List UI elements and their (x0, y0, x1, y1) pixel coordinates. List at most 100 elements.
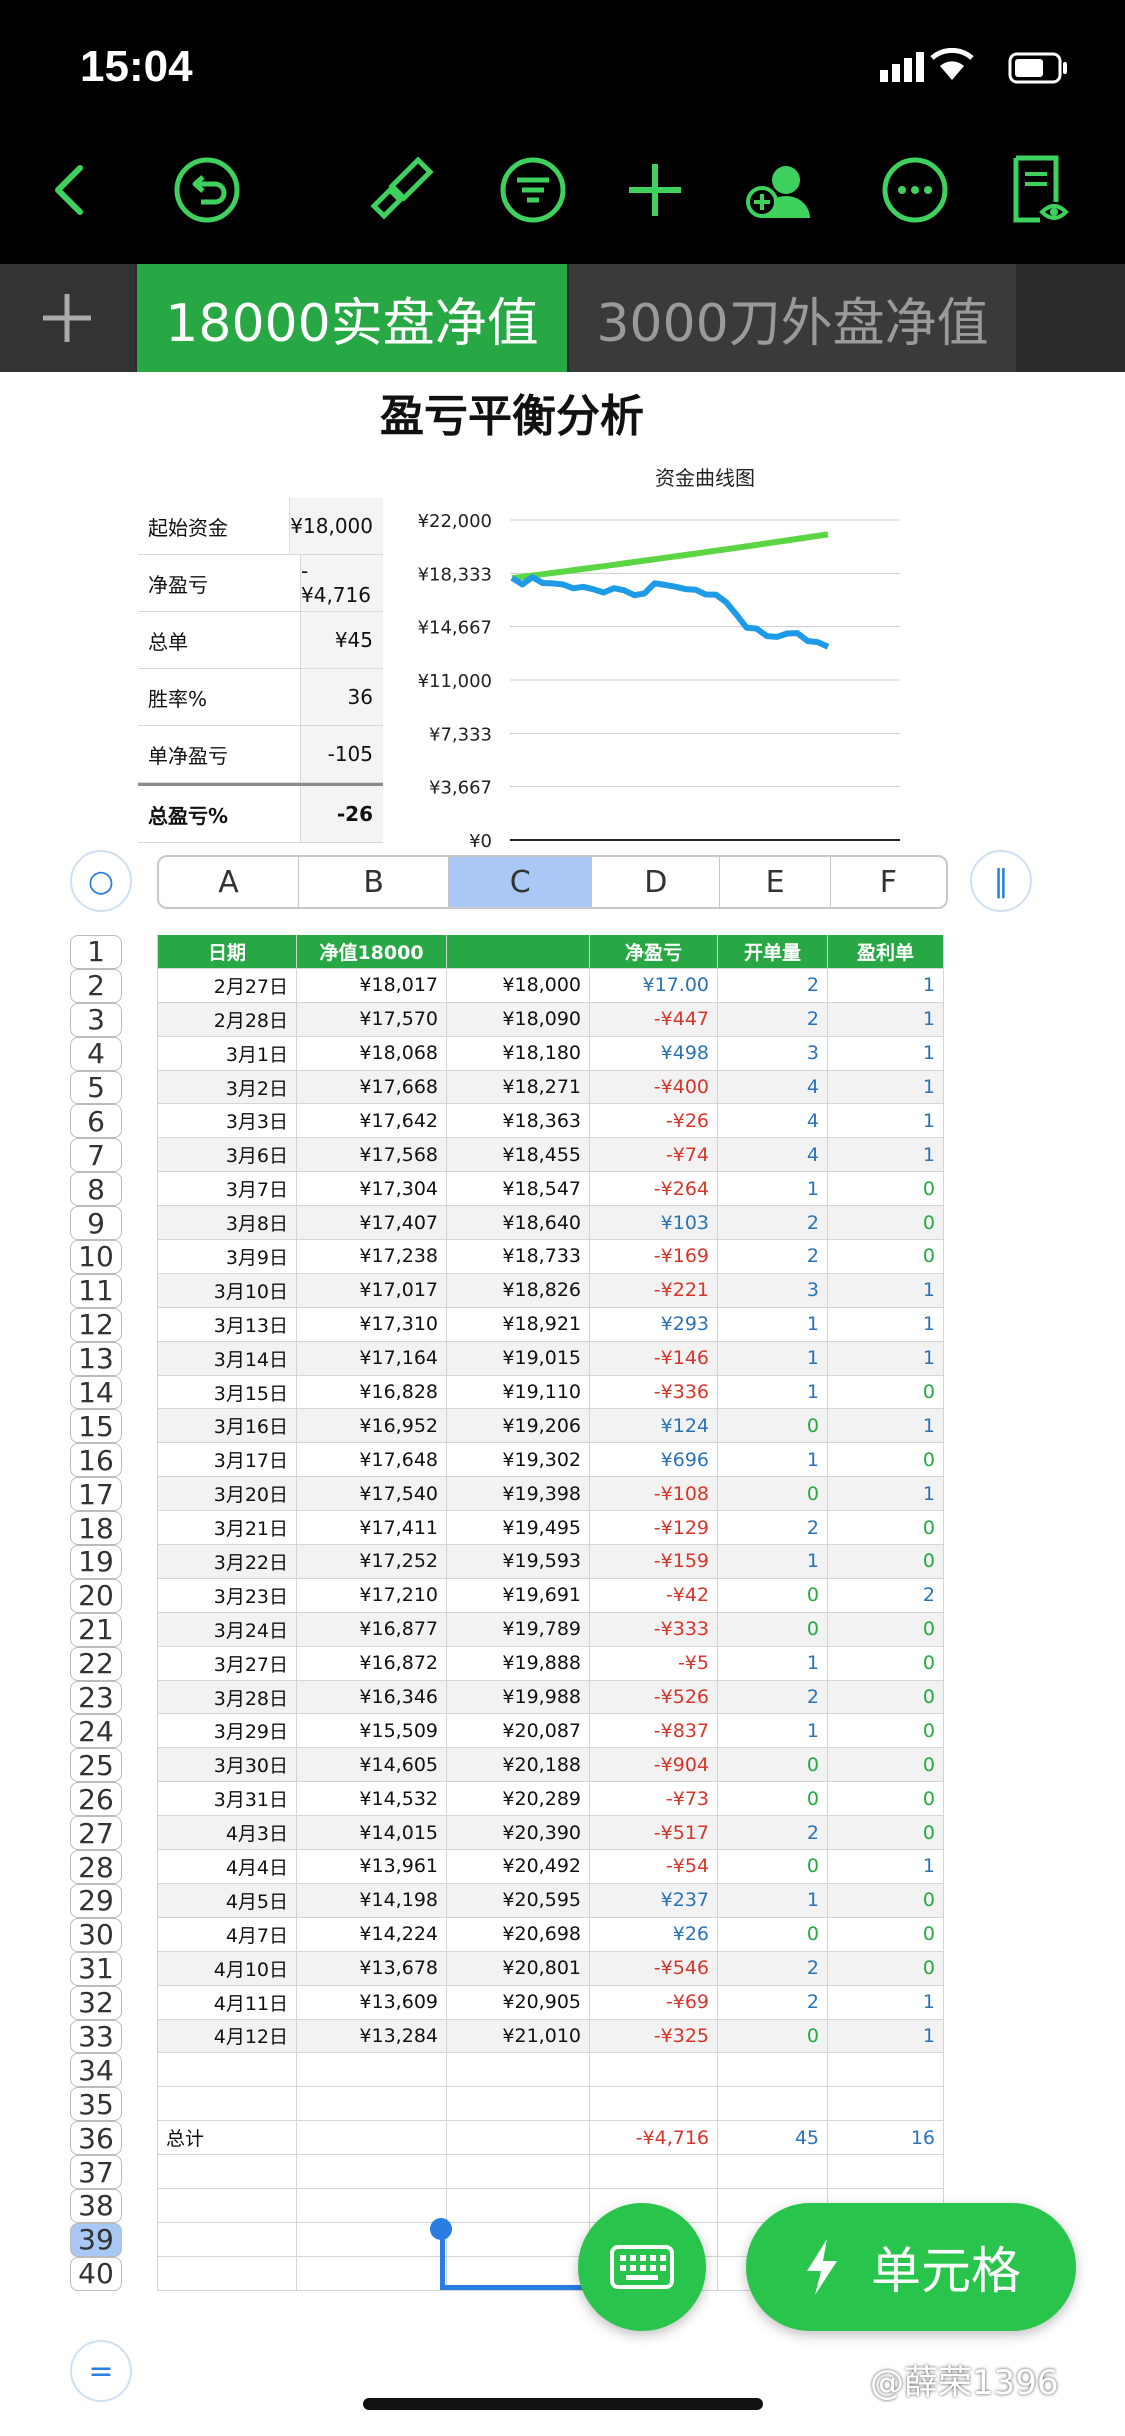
row-number[interactable]: 15 (70, 1409, 122, 1444)
cell[interactable] (828, 2087, 944, 2121)
cell[interactable]: 3月6日 (157, 1138, 297, 1172)
row-number[interactable]: 2 (70, 968, 122, 1003)
row-number[interactable]: 26 (70, 1782, 122, 1817)
cell[interactable]: ¥20,188 (447, 1748, 590, 1782)
cell[interactable]: 2 (718, 1206, 828, 1240)
cell[interactable]: 4月3日 (157, 1816, 297, 1850)
cell[interactable]: 3 (718, 1273, 828, 1307)
cell[interactable]: 3月17日 (157, 1443, 297, 1477)
column-header-b[interactable]: B (299, 857, 450, 907)
cell[interactable] (447, 2188, 590, 2222)
row-number[interactable]: 9 (70, 1206, 122, 1241)
cell[interactable] (297, 2087, 447, 2121)
row-number[interactable]: 8 (70, 1172, 122, 1207)
cell[interactable]: -¥69 (590, 1985, 718, 2019)
cell[interactable]: 0 (828, 1782, 944, 1816)
spreadsheet-grid[interactable]: 日期 净值18000 净盈亏 开单量 盈利单 2月27日 ¥18,017 ¥18,000 ¥17… (157, 935, 944, 2291)
column-header-e[interactable]: E (720, 857, 831, 907)
cell[interactable] (447, 2121, 590, 2155)
cell[interactable]: ¥17,411 (297, 1511, 447, 1545)
cell[interactable]: 0 (718, 1782, 828, 1816)
cell[interactable]: 1 (718, 1443, 828, 1477)
cell[interactable]: 0 (828, 1680, 944, 1714)
cell[interactable]: ¥21,010 (447, 2019, 590, 2053)
cell[interactable] (297, 2155, 447, 2188)
keyboard-button[interactable] (578, 2203, 706, 2331)
cell[interactable] (157, 2155, 297, 2188)
row-number[interactable]: 36 (70, 2121, 122, 2156)
cell[interactable]: 0 (828, 1443, 944, 1477)
cell[interactable]: ¥16,952 (297, 1409, 447, 1443)
cell[interactable]: 3月2日 (157, 1070, 297, 1104)
cell[interactable]: 2 (718, 968, 828, 1002)
cell[interactable] (297, 2121, 447, 2155)
row-number[interactable]: 5 (70, 1070, 122, 1105)
cell[interactable]: 0 (718, 2019, 828, 2053)
cell[interactable]: 0 (718, 1409, 828, 1443)
cell[interactable]: 3月29日 (157, 1714, 297, 1748)
row-number[interactable]: 27 (70, 1816, 122, 1851)
cell[interactable]: ¥17,017 (297, 1273, 447, 1307)
row-number[interactable]: 11 (70, 1273, 122, 1308)
cell[interactable]: ¥19,593 (447, 1545, 590, 1578)
cell[interactable]: 日期 (157, 935, 297, 968)
cell[interactable]: 1 (828, 1104, 944, 1138)
cell[interactable]: 0 (828, 1816, 944, 1850)
cell[interactable]: ¥16,828 (297, 1375, 447, 1409)
cell[interactable]: ¥20,595 (447, 1883, 590, 1917)
cell[interactable] (718, 2155, 828, 2188)
collaborate-icon[interactable] (740, 150, 820, 230)
cell[interactable]: 0 (828, 1240, 944, 1273)
cell[interactable]: 3月7日 (157, 1172, 297, 1206)
cell[interactable]: ¥18,733 (447, 1240, 590, 1273)
cell[interactable]: 0 (828, 1883, 944, 1917)
cell[interactable]: 0 (828, 1646, 944, 1680)
cell[interactable]: 3月15日 (157, 1375, 297, 1409)
cell[interactable]: 2月28日 (157, 1002, 297, 1036)
cell[interactable]: 1 (828, 1273, 944, 1307)
add-sheet-button[interactable] (0, 264, 135, 372)
cell[interactable]: -¥73 (590, 1782, 718, 1816)
cell[interactable]: ¥13,284 (297, 2019, 447, 2053)
cell[interactable]: -¥26 (590, 1104, 718, 1138)
cell[interactable]: 2月27日 (157, 968, 297, 1002)
cell[interactable]: ¥103 (590, 1206, 718, 1240)
row-number[interactable]: 22 (70, 1646, 122, 1681)
row-number[interactable]: 19 (70, 1545, 122, 1579)
cell[interactable]: -¥325 (590, 2019, 718, 2053)
cell[interactable]: 开单量 (718, 935, 828, 968)
cell[interactable]: ¥17,310 (297, 1307, 447, 1341)
cell[interactable]: -¥108 (590, 1477, 718, 1511)
cell[interactable] (447, 935, 590, 968)
row-number[interactable]: 3 (70, 1002, 122, 1037)
cell[interactable]: -¥4,716 (590, 2121, 718, 2155)
cell[interactable]: ¥17,568 (297, 1138, 447, 1172)
column-header-d[interactable]: D (592, 857, 721, 907)
row-number[interactable]: 34 (70, 2053, 122, 2088)
cell[interactable]: ¥17,252 (297, 1545, 447, 1578)
cell[interactable] (157, 2256, 297, 2290)
cell[interactable]: ¥18,090 (447, 1002, 590, 1036)
cell[interactable]: 3月3日 (157, 1104, 297, 1138)
select-all-button[interactable]: ○ (70, 850, 132, 912)
cell[interactable]: ¥20,492 (447, 1850, 590, 1883)
cell[interactable]: 3月21日 (157, 1511, 297, 1545)
cell[interactable]: ¥17,238 (297, 1240, 447, 1273)
cell[interactable]: ¥14,224 (297, 1917, 447, 1951)
tab-active-sheet[interactable]: 18000实盘净值 (137, 264, 567, 372)
cell[interactable] (590, 2155, 718, 2188)
cell[interactable]: ¥15,509 (297, 1714, 447, 1748)
cell[interactable]: 1 (828, 1036, 944, 1070)
cell[interactable]: ¥19,015 (447, 1341, 590, 1375)
cell[interactable]: 3月31日 (157, 1782, 297, 1816)
cell[interactable]: ¥19,206 (447, 1409, 590, 1443)
document-view-icon[interactable] (1000, 150, 1080, 230)
row-number[interactable]: 1 (70, 935, 122, 969)
cell[interactable]: ¥14,015 (297, 1816, 447, 1850)
cell[interactable]: 3月23日 (157, 1578, 297, 1612)
cell[interactable]: 1 (828, 1477, 944, 1511)
row-number[interactable]: 30 (70, 1917, 122, 1952)
cell[interactable]: 2 (718, 1511, 828, 1545)
cell[interactable] (447, 2053, 590, 2087)
cell[interactable]: 1 (718, 1375, 828, 1409)
